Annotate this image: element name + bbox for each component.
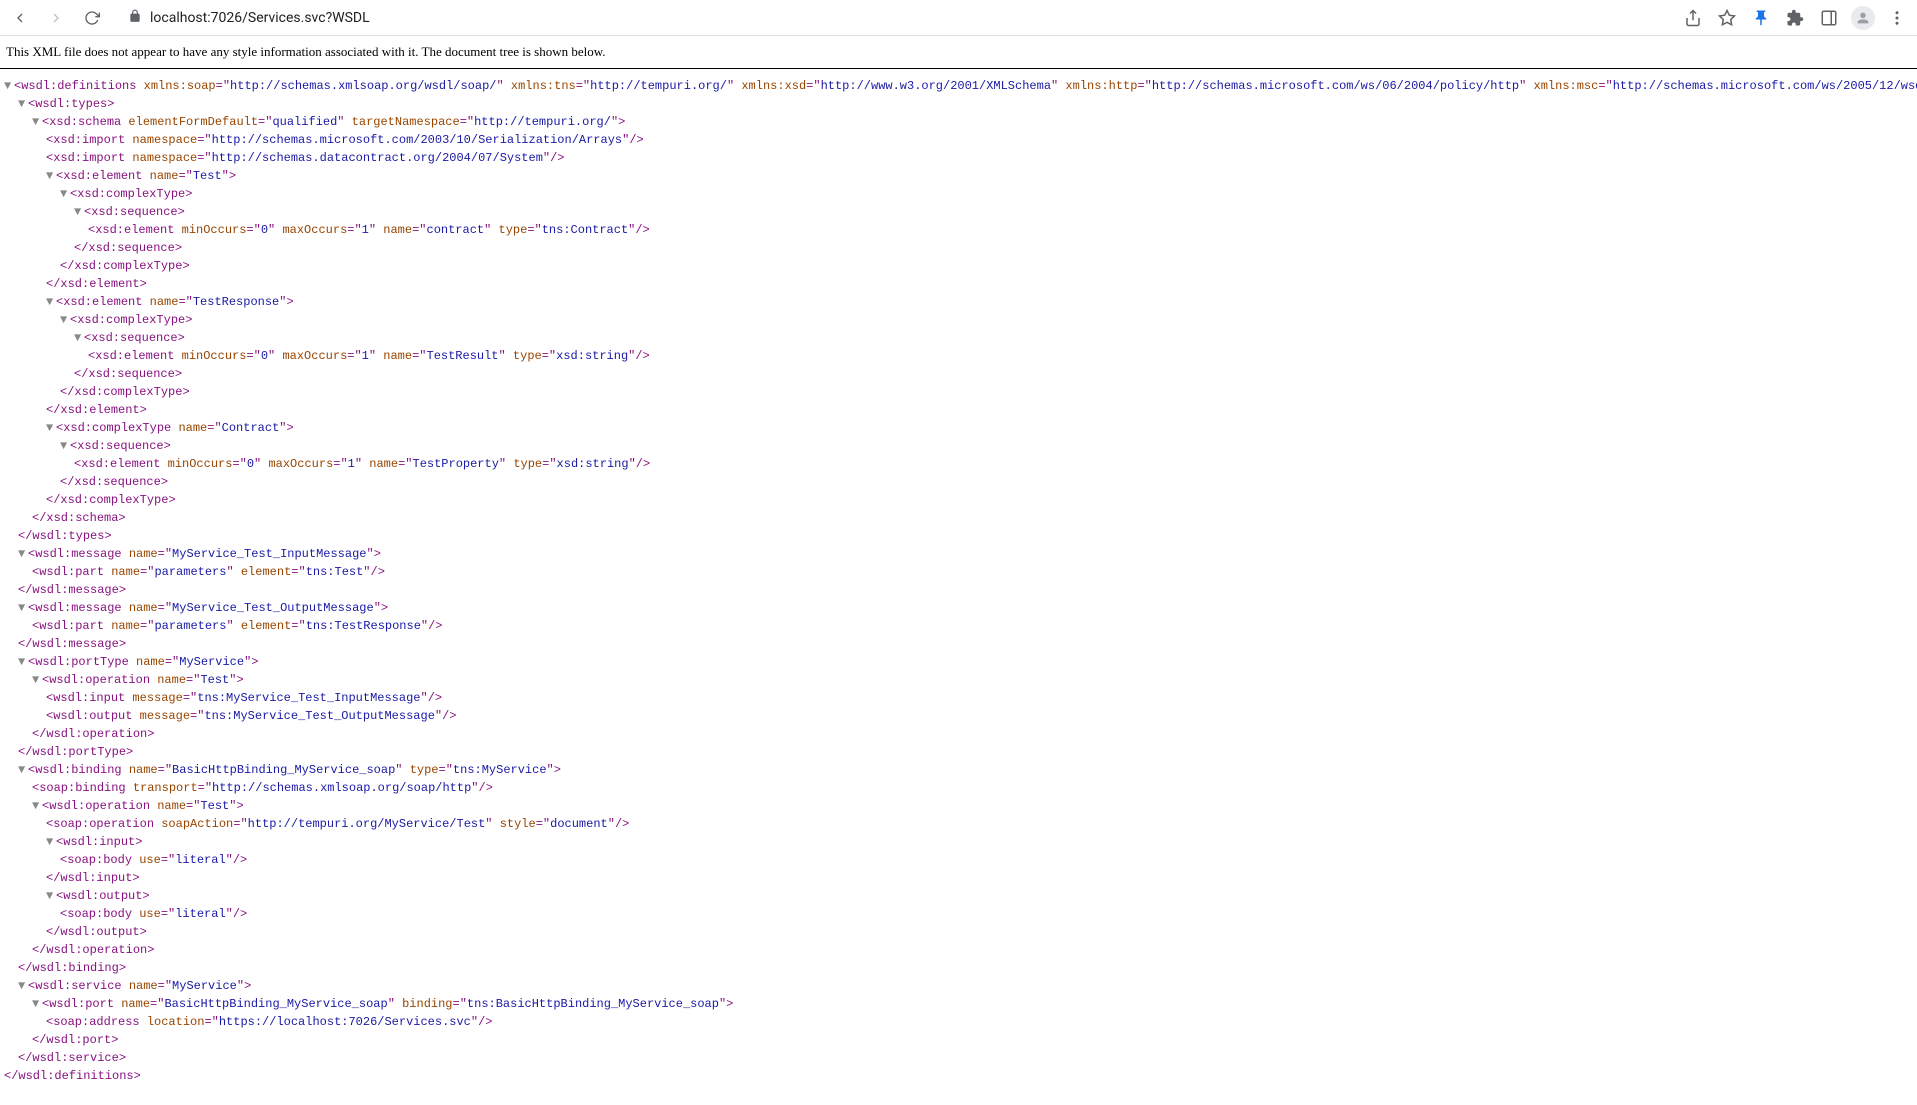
toggle-icon[interactable]: ▼ (32, 797, 42, 815)
toggle-icon[interactable]: ▼ (46, 887, 56, 905)
xml-line[interactable]: <wsdl:part name="parameters" element="tn… (2, 617, 1915, 635)
xml-notice: This XML file does not appear to have an… (0, 36, 1917, 69)
xml-line[interactable]: <wsdl:output message="tns:MyService_Test… (2, 707, 1915, 725)
toggle-icon[interactable]: ▼ (60, 311, 70, 329)
xml-line[interactable]: </xsd:complexType> (2, 383, 1915, 401)
pin-icon[interactable] (1749, 6, 1773, 30)
toggle-icon[interactable]: ▼ (18, 95, 28, 113)
menu-icon[interactable] (1885, 6, 1909, 30)
toggle-icon[interactable]: ▼ (18, 761, 28, 779)
xml-line[interactable]: <xsd:element minOccurs="0" maxOccurs="1"… (2, 455, 1915, 473)
url-text: localhost:7026/Services.svc?WSDL (150, 10, 370, 26)
xml-line[interactable]: </wsdl:types> (2, 527, 1915, 545)
xml-line[interactable]: <soap:body use="literal"/> (2, 905, 1915, 923)
xml-line[interactable]: ▼<xsd:schema elementFormDefault="qualifi… (2, 113, 1915, 131)
toggle-icon[interactable]: ▼ (60, 437, 70, 455)
toggle-icon[interactable]: ▼ (46, 419, 56, 437)
xml-line[interactable]: ▼<wsdl:output> (2, 887, 1915, 905)
xml-line[interactable]: ▼<xsd:sequence> (2, 329, 1915, 347)
profile-avatar[interactable] (1851, 6, 1875, 30)
browser-toolbar: localhost:7026/Services.svc?WSDL (0, 0, 1917, 36)
xml-line[interactable]: </xsd:schema> (2, 509, 1915, 527)
xml-line[interactable]: ▼<wsdl:binding name="BasicHttpBinding_My… (2, 761, 1915, 779)
xml-line[interactable]: ▼<wsdl:operation name="Test"> (2, 797, 1915, 815)
toggle-icon[interactable]: ▼ (18, 545, 28, 563)
lock-icon (128, 9, 142, 27)
xml-line[interactable]: <soap:binding transport="http://schemas.… (2, 779, 1915, 797)
xml-line[interactable]: ▼<xsd:sequence> (2, 437, 1915, 455)
xml-line[interactable]: ▼<xsd:complexType> (2, 185, 1915, 203)
toggle-icon[interactable]: ▼ (32, 671, 42, 689)
xml-line[interactable]: ▼<wsdl:port name="BasicHttpBinding_MySer… (2, 995, 1915, 1013)
bookmark-icon[interactable] (1715, 6, 1739, 30)
xml-line[interactable]: </wsdl:input> (2, 869, 1915, 887)
toggle-icon[interactable]: ▼ (32, 995, 42, 1013)
xml-line[interactable]: ▼<wsdl:portType name="MyService"> (2, 653, 1915, 671)
xml-line[interactable]: </xsd:element> (2, 401, 1915, 419)
toggle-icon[interactable]: ▼ (4, 77, 14, 95)
xml-line[interactable]: </wsdl:operation> (2, 941, 1915, 959)
back-button[interactable] (8, 6, 32, 30)
xml-line[interactable]: </wsdl:definitions> (2, 1067, 1915, 1085)
xml-line[interactable]: <wsdl:part name="parameters" element="tn… (2, 563, 1915, 581)
address-bar[interactable]: localhost:7026/Services.svc?WSDL (116, 4, 1669, 32)
xml-line[interactable]: </wsdl:portType> (2, 743, 1915, 761)
xml-line[interactable]: </wsdl:output> (2, 923, 1915, 941)
toggle-icon[interactable]: ▼ (18, 977, 28, 995)
forward-button[interactable] (44, 6, 68, 30)
xml-line[interactable]: ▼<xsd:complexType> (2, 311, 1915, 329)
xml-line[interactable]: ▼<wsdl:operation name="Test"> (2, 671, 1915, 689)
toggle-icon[interactable]: ▼ (18, 599, 28, 617)
toggle-icon[interactable]: ▼ (32, 113, 42, 131)
toggle-icon[interactable]: ▼ (46, 293, 56, 311)
xml-line[interactable]: ▼<wsdl:input> (2, 833, 1915, 851)
xml-line[interactable]: <soap:address location="https://localhos… (2, 1013, 1915, 1031)
toggle-icon[interactable]: ▼ (60, 185, 70, 203)
xml-line[interactable]: </wsdl:message> (2, 581, 1915, 599)
xml-line[interactable]: </wsdl:service> (2, 1049, 1915, 1067)
toggle-icon[interactable]: ▼ (46, 833, 56, 851)
xml-line[interactable]: ▼<wsdl:types> (2, 95, 1915, 113)
xml-line[interactable]: <soap:operation soapAction="http://tempu… (2, 815, 1915, 833)
xml-line[interactable]: ▼<wsdl:definitions xmlns:soap="http://sc… (2, 77, 1915, 95)
extensions-icon[interactable] (1783, 6, 1807, 30)
xml-line[interactable]: <xsd:element minOccurs="0" maxOccurs="1"… (2, 221, 1915, 239)
xml-line[interactable]: <xsd:element minOccurs="0" maxOccurs="1"… (2, 347, 1915, 365)
xml-line[interactable]: </xsd:sequence> (2, 365, 1915, 383)
xml-line[interactable]: ▼<wsdl:service name="MyService"> (2, 977, 1915, 995)
xml-line[interactable]: ▼<xsd:sequence> (2, 203, 1915, 221)
panel-icon[interactable] (1817, 6, 1841, 30)
toggle-icon[interactable]: ▼ (18, 653, 28, 671)
reload-button[interactable] (80, 6, 104, 30)
xml-line[interactable]: </xsd:element> (2, 275, 1915, 293)
xml-line[interactable]: <wsdl:input message="tns:MyService_Test_… (2, 689, 1915, 707)
toggle-icon[interactable]: ▼ (74, 203, 84, 221)
xml-line[interactable]: <soap:body use="literal"/> (2, 851, 1915, 869)
xml-line[interactable]: </xsd:sequence> (2, 239, 1915, 257)
toggle-icon[interactable]: ▼ (74, 329, 84, 347)
xml-line[interactable]: </wsdl:operation> (2, 725, 1915, 743)
xml-tree: ▼<wsdl:definitions xmlns:soap="http://sc… (0, 69, 1917, 1105)
xml-line[interactable]: </wsdl:binding> (2, 959, 1915, 977)
toolbar-right (1681, 6, 1909, 30)
share-icon[interactable] (1681, 6, 1705, 30)
xml-line[interactable]: </wsdl:port> (2, 1031, 1915, 1049)
xml-line[interactable]: </xsd:sequence> (2, 473, 1915, 491)
xml-line[interactable]: </xsd:complexType> (2, 491, 1915, 509)
xml-line[interactable]: ▼<wsdl:message name="MyService_Test_Outp… (2, 599, 1915, 617)
toggle-icon[interactable]: ▼ (46, 167, 56, 185)
xml-line[interactable]: </xsd:complexType> (2, 257, 1915, 275)
xml-line[interactable]: ▼<xsd:element name="Test"> (2, 167, 1915, 185)
xml-line[interactable]: ▼<wsdl:message name="MyService_Test_Inpu… (2, 545, 1915, 563)
xml-line[interactable]: </wsdl:message> (2, 635, 1915, 653)
xml-line[interactable]: ▼<xsd:element name="TestResponse"> (2, 293, 1915, 311)
xml-line[interactable]: ▼<xsd:complexType name="Contract"> (2, 419, 1915, 437)
xml-line[interactable]: <xsd:import namespace="http://schemas.mi… (2, 131, 1915, 149)
xml-line[interactable]: <xsd:import namespace="http://schemas.da… (2, 149, 1915, 167)
